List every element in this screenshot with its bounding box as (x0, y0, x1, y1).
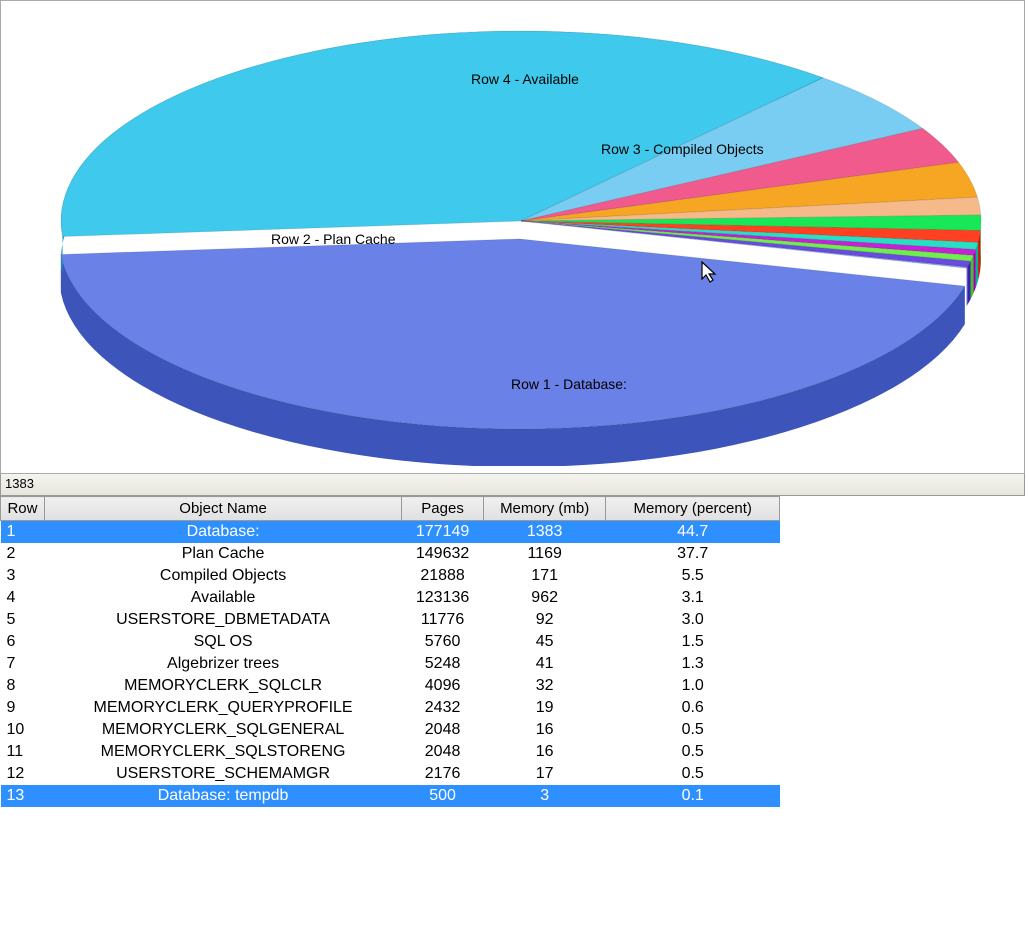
row-number-cell: 1 (1, 521, 45, 543)
data-cell: Available (44, 587, 401, 609)
data-cell: Compiled Objects (44, 565, 401, 587)
table-row[interactable]: 13Database: tempdb50030.1 (1, 785, 780, 807)
data-cell: Algebrizer trees (44, 653, 401, 675)
table-row[interactable]: 1Database:177149138344.7 (1, 521, 780, 543)
row-number-cell: 11 (1, 741, 45, 763)
value-bar: 1383 (0, 474, 1025, 496)
data-cell: 37.7 (606, 543, 780, 565)
data-cell: 2048 (402, 741, 484, 763)
pie-slice-side (967, 261, 970, 305)
data-cell: 0.5 (606, 763, 780, 785)
data-cell: 32 (483, 675, 606, 697)
pie-slice-label: Row 3 - Compiled Objects (601, 141, 764, 157)
data-cell: 11776 (402, 609, 484, 631)
data-cell: 3 (483, 785, 606, 807)
data-cell: 962 (483, 587, 606, 609)
table-row[interactable]: 4Available1231369623.1 (1, 587, 780, 609)
row-number-cell: 2 (1, 543, 45, 565)
column-header[interactable]: Memory (percent) (606, 497, 780, 521)
column-header[interactable]: Pages (402, 497, 484, 521)
data-cell: Database: tempdb (44, 785, 401, 807)
data-cell: 16 (483, 741, 606, 763)
data-cell: 1.0 (606, 675, 780, 697)
data-cell: 171 (483, 565, 606, 587)
pie-slice-side (973, 250, 975, 294)
data-cell: 4096 (402, 675, 484, 697)
table-row[interactable]: 6SQL OS5760451.5 (1, 631, 780, 653)
column-header[interactable]: Object Name (44, 497, 401, 521)
data-cell: 3.1 (606, 587, 780, 609)
data-cell: Plan Cache (44, 543, 401, 565)
data-cell: MEMORYCLERK_SQLCLR (44, 675, 401, 697)
data-cell: USERSTORE_SCHEMAMGR (44, 763, 401, 785)
data-cell: 3.0 (606, 609, 780, 631)
pie-chart-panel[interactable]: Row 1 - Database: Row 2 - Plan Cache Row 3… (0, 0, 1025, 474)
row-number-cell: 3 (1, 565, 45, 587)
data-cell: 92 (483, 609, 606, 631)
data-cell: 2432 (402, 697, 484, 719)
table-row[interactable]: 11MEMORYCLERK_SQLSTORENG2048160.5 (1, 741, 780, 763)
row-number-cell: 6 (1, 631, 45, 653)
data-cell: 45 (483, 631, 606, 653)
row-number-cell: 4 (1, 587, 45, 609)
data-cell: 0.1 (606, 785, 780, 807)
data-cell: SQL OS (44, 631, 401, 653)
data-cell: 149632 (402, 543, 484, 565)
data-cell: 2048 (402, 719, 484, 741)
pie-slice-side (971, 255, 974, 299)
data-cell: 2176 (402, 763, 484, 785)
row-number-cell: 10 (1, 719, 45, 741)
pie-slice-label: Row 2 - Plan Cache (271, 231, 396, 247)
data-cell: 1.3 (606, 653, 780, 675)
data-cell: 1169 (483, 543, 606, 565)
pie-slice-label: Row 4 - Available (471, 71, 579, 87)
data-cell: 41 (483, 653, 606, 675)
data-table[interactable]: RowObject NamePagesMemory (mb)Memory (pe… (0, 496, 1025, 807)
data-cell: 44.7 (606, 521, 780, 543)
data-cell: 1383 (483, 521, 606, 543)
data-cell: MEMORYCLERK_QUERYPROFILE (44, 697, 401, 719)
table-row[interactable]: 3Compiled Objects218881715.5 (1, 565, 780, 587)
column-header[interactable]: Memory (mb) (483, 497, 606, 521)
row-number-cell: 12 (1, 763, 45, 785)
table-row[interactable]: 5USERSTORE_DBMETADATA11776923.0 (1, 609, 780, 631)
data-cell: 123136 (402, 587, 484, 609)
row-number-cell: 8 (1, 675, 45, 697)
data-cell: 5.5 (606, 565, 780, 587)
data-cell: 5248 (402, 653, 484, 675)
row-number-cell: 7 (1, 653, 45, 675)
row-number-cell: 9 (1, 697, 45, 719)
data-cell: 19 (483, 697, 606, 719)
data-cell: 17 (483, 763, 606, 785)
data-cell: 21888 (402, 565, 484, 587)
column-header[interactable]: Row (1, 497, 45, 521)
table-row[interactable]: 8MEMORYCLERK_SQLCLR4096321.0 (1, 675, 780, 697)
data-cell: Database: (44, 521, 401, 543)
data-cell: 16 (483, 719, 606, 741)
pie-slice-side (967, 267, 968, 306)
table-row[interactable]: 7Algebrizer trees5248411.3 (1, 653, 780, 675)
data-cell: 0.6 (606, 697, 780, 719)
pie-chart[interactable]: Row 1 - Database: Row 2 - Plan Cache Row 3… (41, 6, 991, 466)
data-cell: 5760 (402, 631, 484, 653)
table-row[interactable]: 12USERSTORE_SCHEMAMGR2176170.5 (1, 763, 780, 785)
data-cell: 177149 (402, 521, 484, 543)
row-number-cell: 13 (1, 785, 45, 807)
data-cell: USERSTORE_DBMETADATA (44, 609, 401, 631)
data-cell: MEMORYCLERK_SQLGENERAL (44, 719, 401, 741)
row-number-cell: 5 (1, 609, 45, 631)
table-row[interactable]: 2Plan Cache149632116937.7 (1, 543, 780, 565)
pie-slice-label: Row 1 - Database: (511, 376, 627, 392)
data-cell: MEMORYCLERK_SQLSTORENG (44, 741, 401, 763)
data-cell: 1.5 (606, 631, 780, 653)
table-row[interactable]: 9MEMORYCLERK_QUERYPROFILE2432190.6 (1, 697, 780, 719)
data-cell: 0.5 (606, 719, 780, 741)
table-row[interactable]: 10MEMORYCLERK_SQLGENERAL2048160.5 (1, 719, 780, 741)
data-cell: 0.5 (606, 741, 780, 763)
data-cell: 500 (402, 785, 484, 807)
